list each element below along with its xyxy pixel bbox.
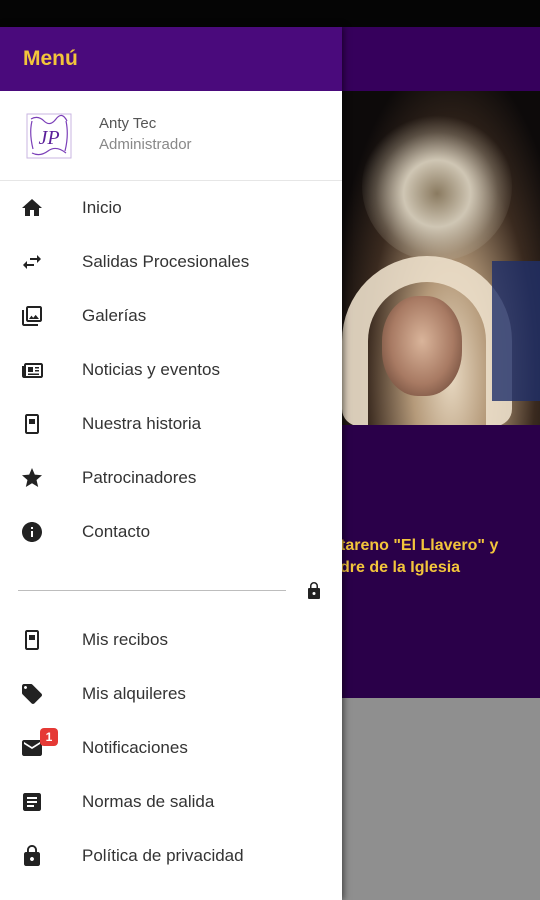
- star-icon: [20, 466, 44, 490]
- lock-icon: [306, 581, 322, 599]
- menu-item-patrocinadores[interactable]: Patrocinadores: [0, 451, 342, 505]
- gallery-icon: [20, 304, 44, 328]
- menu-item-notificaciones[interactable]: 1 Notificaciones: [0, 721, 342, 775]
- status-bar: [0, 0, 540, 27]
- menu-item-contacto[interactable]: Contacto: [0, 505, 342, 559]
- caption-line-1: tareno "El Llavero" y: [340, 537, 499, 554]
- user-role: Administrador: [99, 135, 192, 153]
- brotherhood-logo-icon: JP: [26, 113, 72, 158]
- lock-icon: [20, 844, 44, 868]
- menu-item-label: Patrocinadores: [82, 468, 197, 487]
- newspaper-icon: [20, 358, 44, 382]
- caption-panel: tareno "El Llavero" y dre de la Iglesia: [340, 425, 540, 698]
- navigation-drawer: Menú JP Anty Tec Administrador Inicio Sa…: [0, 27, 342, 900]
- svg-text:JP: JP: [38, 127, 59, 149]
- home-icon: [20, 196, 44, 220]
- info-icon: [20, 520, 44, 544]
- user-profile[interactable]: JP Anty Tec Administrador: [0, 91, 342, 181]
- menu-item-label: Contacto: [82, 522, 151, 541]
- menu-item-inicio[interactable]: Inicio: [0, 181, 342, 235]
- menu-item-label: Inicio: [82, 198, 122, 217]
- drawer-header: Menú: [0, 27, 342, 91]
- avatar: JP: [25, 112, 73, 160]
- tag-icon: [20, 682, 44, 706]
- mail-icon: 1: [20, 728, 58, 760]
- menu-item-label: Notificaciones: [82, 738, 188, 757]
- book-icon: [20, 412, 44, 436]
- caption-text: tareno "El Llavero" y dre de la Iglesia: [340, 535, 540, 579]
- menu-item-mis-alquileres[interactable]: Mis alquileres: [0, 667, 342, 721]
- menu-item-salidas-procesionales[interactable]: Salidas Procesionales: [0, 235, 342, 289]
- user-name: Anty Tec: [99, 114, 157, 132]
- swap-arrows-icon: [20, 250, 44, 274]
- primary-menu: Inicio Salidas Procesionales Galerías No…: [0, 181, 342, 559]
- menu-item-politica-privacidad[interactable]: Política de privacidad: [0, 829, 342, 883]
- menu-item-mis-recibos[interactable]: Mis recibos: [0, 613, 342, 667]
- content-placeholder: [342, 698, 540, 900]
- menu-item-label: Galerías: [82, 306, 147, 325]
- menu-item-normas-de-salida[interactable]: Normas de salida: [0, 775, 342, 829]
- divider: [18, 590, 286, 591]
- document-icon: [20, 790, 44, 814]
- drawer-title: Menú: [23, 47, 78, 70]
- caption-line-2: dre de la Iglesia: [340, 559, 461, 576]
- menu-item-label: Nuestra historia: [82, 414, 202, 433]
- secondary-menu: Mis recibos Mis alquileres 1 Notificacio…: [0, 613, 342, 883]
- menu-item-nuestra-historia[interactable]: Nuestra historia: [0, 397, 342, 451]
- menu-item-label: Mis alquileres: [82, 684, 186, 703]
- menu-item-label: Política de privacidad: [82, 846, 244, 865]
- receipt-icon: [20, 628, 44, 652]
- menu-item-label: Noticias y eventos: [82, 360, 220, 379]
- menu-item-label: Normas de salida: [82, 792, 215, 811]
- private-section-divider: [0, 559, 342, 613]
- notification-count-badge: 1: [40, 728, 58, 746]
- menu-item-label: Mis recibos: [82, 630, 168, 649]
- menu-item-galerias[interactable]: Galerías: [0, 289, 342, 343]
- hero-image[interactable]: [342, 91, 540, 425]
- menu-item-label: Salidas Procesionales: [82, 252, 250, 271]
- menu-item-noticias-eventos[interactable]: Noticias y eventos: [0, 343, 342, 397]
